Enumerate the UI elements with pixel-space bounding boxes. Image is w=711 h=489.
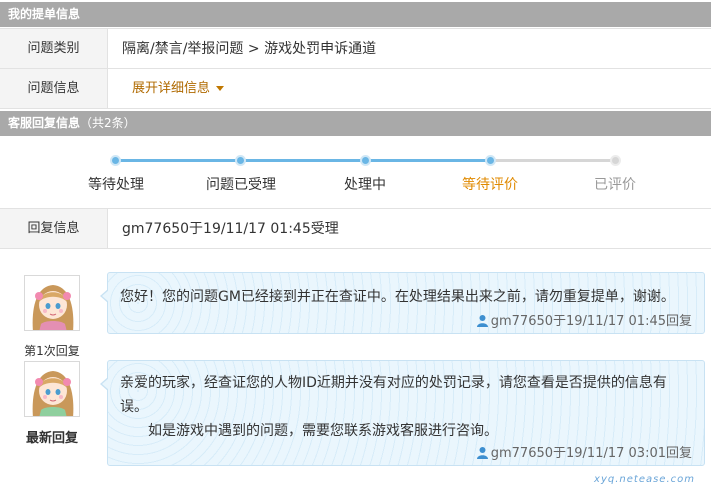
reply-meta-1: gm77650于19/11/17 01:45回复: [476, 310, 692, 329]
ticket-row-details: 问题信息 展开详细信息: [0, 69, 711, 109]
step-node-2: [235, 155, 246, 166]
step-label-await-rating: 等待评价: [462, 177, 518, 193]
reply-meta-2: gm77650于19/11/17 03:01回复: [476, 442, 692, 461]
reply-info-label: 回复信息: [0, 209, 108, 248]
gm-avatar: [24, 361, 80, 417]
reply-info-table: 回复信息 gm77650于19/11/17 01:45受理: [0, 208, 711, 249]
reply-text-2: 亲爱的玩家，经查证您的人物ID近期并没有对应的处罚记录，请您查看是否提供的信息有…: [108, 361, 704, 443]
expand-details-link[interactable]: 展开详细信息: [108, 69, 711, 108]
expand-details-text: 展开详细信息: [132, 81, 211, 96]
step-label-accepted: 问题已受理: [206, 177, 276, 193]
person-icon: [476, 447, 488, 459]
progress-track-pending: [490, 159, 615, 162]
step-node-5: [610, 155, 621, 166]
service-section-title: 客服回复信息: [8, 116, 81, 130]
details-label: 问题信息: [0, 69, 108, 108]
ticket-row-category: 问题类别 隔离/禁言/举报问题 > 游戏处罚申诉通道: [0, 29, 711, 69]
service-section-header: 客服回复信息（共2条）: [0, 111, 711, 136]
reply-text-2-line-1: 亲爱的玩家，经查证您的人物ID近期并没有对应的处罚记录，请您查看是否提供的信息有…: [120, 375, 667, 415]
reply-count: （共2条）: [80, 116, 136, 130]
category-label: 问题类别: [0, 29, 108, 68]
step-label-waiting: 等待处理: [88, 177, 144, 193]
reply-caption-1: 第1次回复: [24, 344, 80, 358]
bubble-arrow: [100, 289, 109, 303]
reply-text-2-line-2: 如是游戏中遇到的问题，需要您联系游戏客服进行咨询。: [120, 423, 498, 439]
step-label-processing: 处理中: [344, 177, 386, 193]
reply-info-value: gm77650于19/11/17 01:45受理: [122, 221, 339, 237]
reply-bubble-2: 亲爱的玩家，经查证您的人物ID近期并没有对应的处罚记录，请您查看是否提供的信息有…: [100, 360, 705, 466]
ticket-info-table: 问题类别 隔离/禁言/举报问题 > 游戏处罚申诉通道 问题信息 展开详细信息: [0, 28, 711, 109]
site-watermark: xyq.netease.com: [594, 474, 695, 485]
step-node-3: [360, 155, 371, 166]
step-label-rated: 已评价: [594, 177, 636, 193]
step-node-4: [485, 155, 496, 166]
reply-meta-text-2: gm77650于19/11/17 03:01回复: [490, 446, 692, 461]
reply-bubble-1: 您好！您的问题GM已经接到并正在查证中。在处理结果出来之前，请勿重复提单，谢谢。…: [100, 272, 705, 334]
reply-meta-text-1: gm77650于19/11/17 01:45回复: [490, 314, 692, 329]
category-value: 隔离/禁言/举报问题 > 游戏处罚申诉通道: [122, 41, 377, 57]
ticket-section-header: 我的提单信息: [0, 2, 711, 27]
caret-down-icon: [216, 86, 225, 91]
reply-caption-2: 最新回复: [25, 431, 78, 446]
person-icon: [476, 315, 488, 327]
step-node-1: [110, 155, 121, 166]
ticket-section-title: 我的提单信息: [8, 7, 81, 21]
bubble-arrow: [100, 377, 109, 391]
gm-avatar: [24, 275, 80, 331]
progress-tracker: 等待处理 问题已受理 处理中 等待评价 已评价: [0, 150, 711, 208]
progress-track-done: [115, 159, 490, 162]
reply-info-row: 回复信息 gm77650于19/11/17 01:45受理: [0, 209, 711, 249]
reply-text-1: 您好！您的问题GM已经接到并正在查证中。在处理结果出来之前，请勿重复提单，谢谢。: [120, 289, 675, 305]
